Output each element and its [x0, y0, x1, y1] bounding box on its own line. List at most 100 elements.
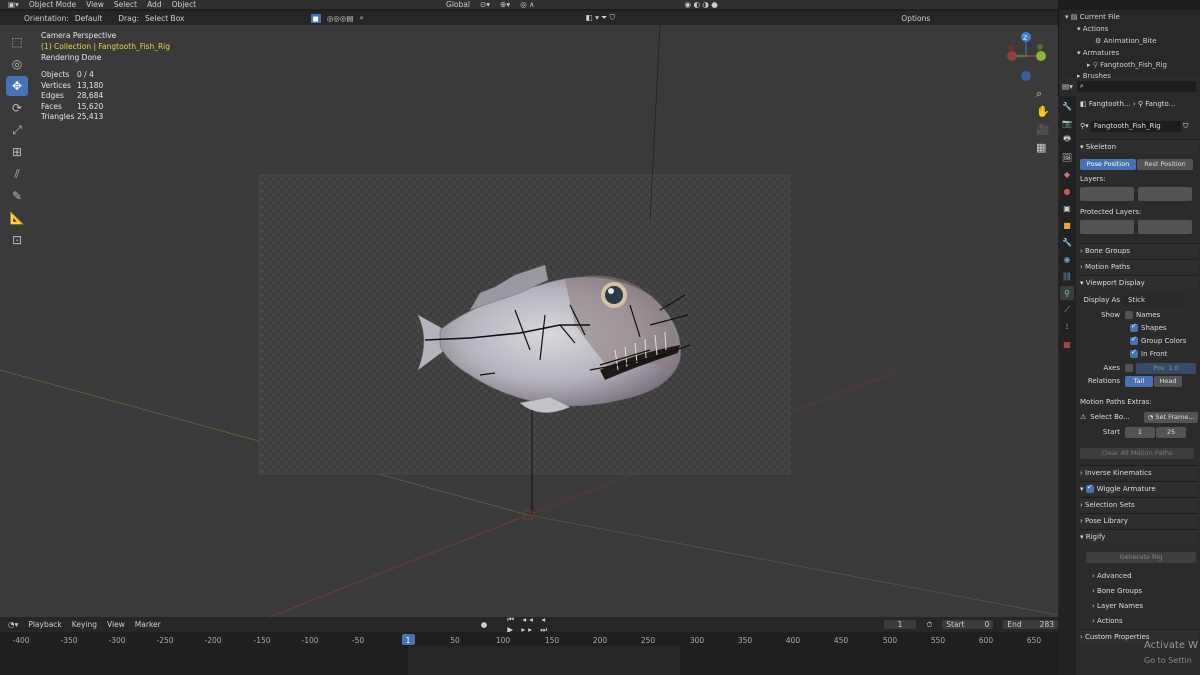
bone-tab-icon[interactable]: ⟋ — [1060, 303, 1074, 317]
modifier-tab-icon[interactable]: 🔧 — [1060, 235, 1074, 249]
mode-select[interactable]: Object Mode — [29, 0, 76, 9]
view-layer-tab-icon[interactable]: 🖼 — [1060, 150, 1074, 164]
clock-icon[interactable]: ⏱ — [926, 620, 932, 630]
shading-icons[interactable]: ◎◎◎▤ — [327, 14, 354, 23]
rigify-bone-groups[interactable]: › Bone Groups — [1080, 584, 1198, 598]
overlay-icons[interactable]: ◉ ◐ ◑ ● — [685, 0, 718, 9]
rigify-advanced[interactable]: › Advanced — [1080, 569, 1198, 583]
shading-solid-icon[interactable]: ◼ — [310, 13, 321, 23]
data-name-field[interactable]: Fangtooth_Fish_Rig — [1090, 120, 1181, 132]
hand-pan-icon[interactable]: ✋ — [1036, 103, 1050, 121]
output-tab-icon[interactable]: 🖶 — [1060, 133, 1074, 147]
menu-object[interactable]: Object — [172, 0, 196, 9]
object-tab-icon[interactable]: ■ — [1060, 218, 1074, 232]
cursor-tool-icon[interactable]: ◎ — [6, 54, 28, 74]
timeline-menu-marker[interactable]: Marker — [135, 620, 161, 629]
properties-search-input[interactable]: ⌕ — [1076, 80, 1196, 92]
mp-end-field[interactable]: 25 — [1156, 426, 1186, 438]
menu-select[interactable]: Select — [114, 0, 137, 9]
texture-tab-icon[interactable]: ▦ — [1060, 337, 1074, 351]
pivot-icon[interactable]: ⊙▾ — [480, 0, 490, 9]
timeline-menu-view[interactable]: View — [107, 620, 125, 629]
in-front-checkbox[interactable] — [1130, 348, 1138, 358]
bone-groups-panel-header[interactable]: › Bone Groups — [1080, 243, 1198, 257]
protected-layers-grid[interactable] — [1080, 220, 1198, 234]
protected-layers-group-2[interactable] — [1138, 220, 1192, 234]
scale-tool-icon[interactable]: ⤢ — [6, 120, 28, 140]
wiggle-armature-panel-header[interactable]: ▾ Wiggle Armature — [1080, 481, 1198, 495]
timeline-editor-icon[interactable]: ◔▾ — [8, 620, 18, 629]
move-tool-icon[interactable]: ✥ — [6, 76, 28, 96]
transform-tool-icon[interactable]: ⊞ — [6, 142, 28, 162]
fake-user-icon[interactable]: ⛉ — [1183, 122, 1188, 131]
options-button[interactable]: Options — [901, 14, 930, 23]
measure-tool-icon[interactable]: 📐 — [6, 208, 28, 228]
outliner-armature-item[interactable]: ▸ ⚲ Fangtooth_Fish_Rig — [1087, 61, 1167, 69]
pose-position-button[interactable]: Pose Position — [1080, 158, 1136, 170]
zoom-icon[interactable]: ⌕ — [1036, 85, 1050, 103]
render-tab-icon[interactable]: 📷 — [1060, 116, 1074, 130]
rigify-layer-names[interactable]: › Layer Names — [1080, 599, 1198, 613]
breadcrumb-object[interactable]: Fangtooth... — [1089, 100, 1131, 108]
bone-constraint-tab-icon[interactable]: ⟟ — [1060, 320, 1074, 334]
grid-icon[interactable]: ▦ — [1036, 139, 1050, 157]
layers-group-1[interactable] — [1080, 187, 1134, 201]
names-checkbox[interactable] — [1125, 311, 1133, 319]
select-box-tool-icon[interactable]: ⬚ — [6, 32, 28, 52]
group-colors-checkbox[interactable] — [1130, 335, 1138, 345]
viewport-display-panel-header[interactable]: ▾ Viewport Display — [1080, 275, 1198, 289]
timeline-menu-keying[interactable]: Keying — [72, 620, 97, 629]
snap-icon[interactable]: ⊕▾ — [500, 0, 510, 9]
set-frames-button[interactable]: ◔ Set Frame... — [1144, 411, 1198, 423]
armature-data-tab-icon[interactable]: ⚲ — [1060, 286, 1074, 300]
wiggle-armature-checkbox[interactable] — [1085, 483, 1094, 493]
physics-tab-icon[interactable]: ◉ — [1060, 252, 1074, 266]
protected-layers-group-1[interactable] — [1080, 220, 1134, 234]
draw-tool-icon[interactable]: ✎ — [6, 186, 28, 206]
add-cube-tool-icon[interactable]: ⊡ — [6, 230, 28, 250]
menu-add[interactable]: Add — [147, 0, 162, 9]
properties-editor-icon[interactable]: ▤▾ — [1062, 82, 1073, 91]
skeleton-panel-header[interactable]: ▾ Skeleton — [1080, 139, 1198, 153]
inverse-kinematics-panel-header[interactable]: › Inverse Kinematics — [1080, 465, 1198, 479]
layers-grid[interactable] — [1080, 187, 1198, 201]
filter-icons[interactable]: ◧ ▾ ⏷ ⛉ — [586, 13, 616, 23]
current-frame-field[interactable]: 1 — [883, 620, 917, 629]
transform-orientation-select[interactable]: Global — [446, 0, 470, 9]
relations-tail-button[interactable]: Tail — [1125, 375, 1153, 387]
outliner-action-item[interactable]: ⚙ Animation_Bite — [1095, 37, 1157, 45]
selection-sets-panel-header[interactable]: › Selection Sets — [1080, 497, 1198, 511]
outliner-current-file[interactable]: ▾ ▤ Current File — [1065, 13, 1120, 21]
mp-start-field[interactable]: 1 — [1125, 426, 1155, 438]
tool-tab-icon[interactable]: 🔧 — [1060, 99, 1074, 113]
pose-library-panel-header[interactable]: › Pose Library — [1080, 513, 1198, 527]
record-icon[interactable]: ● — [481, 620, 488, 629]
world-tab-icon[interactable]: ● — [1060, 184, 1074, 198]
camera-icon[interactable]: 🎥 — [1036, 121, 1050, 139]
outliner-armatures[interactable]: ▾ Armatures — [1077, 49, 1119, 57]
relations-head-button[interactable]: Head — [1154, 375, 1182, 387]
orientation-value[interactable]: Default — [75, 14, 102, 23]
3d-viewport[interactable]: Z Camera Perspective (1) Collection | Fa… — [0, 25, 1058, 617]
layers-group-2[interactable] — [1138, 187, 1192, 201]
display-as-select[interactable]: Stick — [1125, 294, 1183, 306]
generate-rig-button[interactable]: Generate Rig — [1086, 551, 1196, 563]
rotate-tool-icon[interactable]: ⟳ — [6, 98, 28, 118]
annotate-tool-icon[interactable]: ⫽ — [6, 164, 28, 184]
outliner-actions[interactable]: ▾ Actions — [1077, 25, 1108, 33]
axes-checkbox[interactable] — [1125, 364, 1133, 372]
motion-paths-panel-header[interactable]: › Motion Paths — [1080, 259, 1198, 273]
start-frame-field[interactable]: Start 0 — [942, 620, 994, 629]
rigify-actions[interactable]: › Actions — [1080, 614, 1198, 628]
collection-tab-icon[interactable]: ▣ — [1060, 201, 1074, 215]
breadcrumb-data[interactable]: Fangto... — [1145, 100, 1175, 108]
constraints-tab-icon[interactable]: ⛓ — [1060, 269, 1074, 283]
shapes-checkbox[interactable] — [1130, 322, 1138, 332]
timeline-menu-playback[interactable]: Playback — [28, 620, 61, 629]
proportional-icon[interactable]: ◎ ∧ — [520, 0, 534, 9]
scene-tab-icon[interactable]: ◆ — [1060, 167, 1074, 181]
rigify-panel-header[interactable]: ▾ Rigify — [1080, 529, 1198, 543]
rest-position-button[interactable]: Rest Position — [1137, 158, 1193, 170]
editor-type-icon[interactable]: ▣▾ — [8, 0, 19, 9]
drag-value[interactable]: Select Box — [145, 14, 184, 23]
